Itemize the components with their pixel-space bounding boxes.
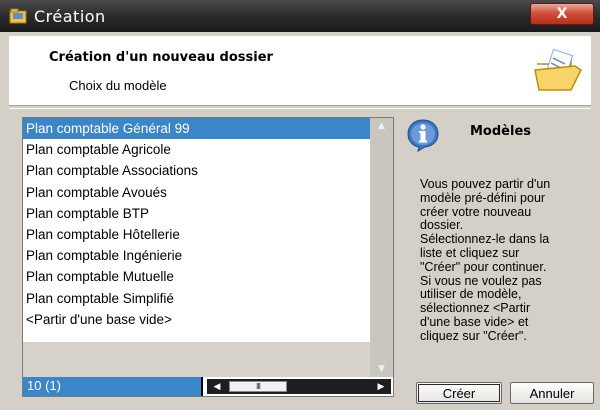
wizard-header: Création d'un nouveau dossier Choix du m… [9,36,591,106]
cancel-button[interactable]: Annuler [510,382,594,404]
list-empty-area [23,342,370,377]
info-title: Modèles [470,124,532,139]
title-bar: Création X [0,0,600,32]
header-separator [9,108,591,109]
open-folder-icon [531,46,583,98]
model-listbox[interactable]: Plan comptable Général 99 Plan comptable… [22,117,394,397]
info-icon [406,118,440,153]
list-item[interactable]: Plan comptable Hôtellerie [23,224,370,245]
list-item[interactable]: Plan comptable BTP [23,203,370,224]
list-item[interactable]: Plan comptable Ingénierie [23,245,370,266]
scroll-thumb[interactable]: III [229,381,287,392]
list-item[interactable]: <Partir d'une base vide> [23,309,370,330]
model-list[interactable]: Plan comptable Général 99 Plan comptable… [23,118,370,342]
create-button[interactable]: Créer [416,382,502,404]
horizontal-scroll-track[interactable]: ◀ III ▶ [207,379,391,394]
scroll-left-icon[interactable]: ◀ [209,379,225,394]
scroll-right-icon[interactable]: ▶ [373,379,389,394]
list-item[interactable]: Plan comptable Avoués [23,182,370,203]
list-item[interactable]: Plan comptable Mutuelle [23,266,370,287]
list-item[interactable]: Plan comptable Associations [23,160,370,181]
info-description: Vous pouvez partir d'un modèle pré-défin… [420,177,551,343]
list-status-bar: 10 (1) ◀ III ▶ [23,377,393,396]
list-item[interactable]: Plan comptable Simplifié [23,288,370,309]
list-item[interactable]: Plan comptable Général 99 [23,118,370,140]
folder-icon [8,6,28,26]
page-subtitle: Choix du modèle [69,78,167,93]
item-count: 10 (1) [27,378,61,393]
page-title: Création d'un nouveau dossier [49,50,273,65]
list-item[interactable]: Plan comptable Agricole [23,139,370,160]
scroll-up-icon[interactable]: ▲ [370,118,393,134]
window-title: Création [34,6,106,26]
horizontal-scrollbar[interactable]: ◀ III ▶ [201,377,393,396]
vertical-scrollbar[interactable]: ▲ ▼ [370,118,393,377]
scroll-down-icon[interactable]: ▼ [370,361,393,377]
close-button[interactable]: X [530,3,594,25]
